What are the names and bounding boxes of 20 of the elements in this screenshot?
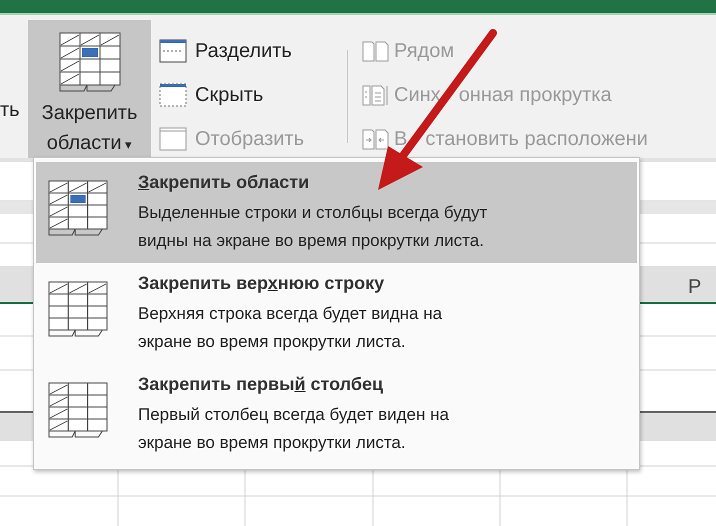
two-pages-icon — [362, 38, 390, 64]
menu-item[interactable]: Закрепить области Выделенные строки и столбцы всегда будут видны на экране во время прокрутки листа. — [36, 162, 637, 263]
window-icon — [159, 82, 187, 108]
split-window-icon — [159, 38, 187, 64]
menu-item[interactable]: Закрепить верхнюю строку Верхняя строка всегда будет видна на экране во время прокрутки листа. — [36, 263, 637, 364]
freeze-panes-button[interactable]: Закрепить области ▾ — [28, 20, 151, 158]
split-button[interactable]: Разделить — [155, 32, 308, 70]
sync-scroll-icon — [362, 82, 390, 108]
menu-item-description: Выделенные строки и столбцы всегда будут видны на экране во время прокрутки листа. — [138, 202, 488, 252]
menu-item-description: Верхняя строка всегда будет видна на экране во время прокрутки листа. — [138, 303, 442, 353]
menu-item-title: Закрепить области — [138, 172, 310, 193]
menu-item-title: Закрепить первый столбец — [138, 374, 384, 395]
two-pages-icon — [362, 126, 390, 152]
column-header[interactable]: P — [688, 276, 702, 299]
window-icon — [159, 126, 187, 152]
menu-item-description: Первый столбец всегда будет виден на экране во время прокрутки листа. — [138, 404, 449, 454]
menu-item-title: Закрепить верхнюю строку — [138, 273, 386, 294]
hide-button[interactable]: Скрыть — [155, 76, 308, 114]
menu-item[interactable]: Закрепить первый столбец Первый столбец всегда будет виден на экране во время прокрутки листа. — [36, 364, 637, 465]
ribbon-button-label[interactable]: ть — [0, 15, 28, 158]
